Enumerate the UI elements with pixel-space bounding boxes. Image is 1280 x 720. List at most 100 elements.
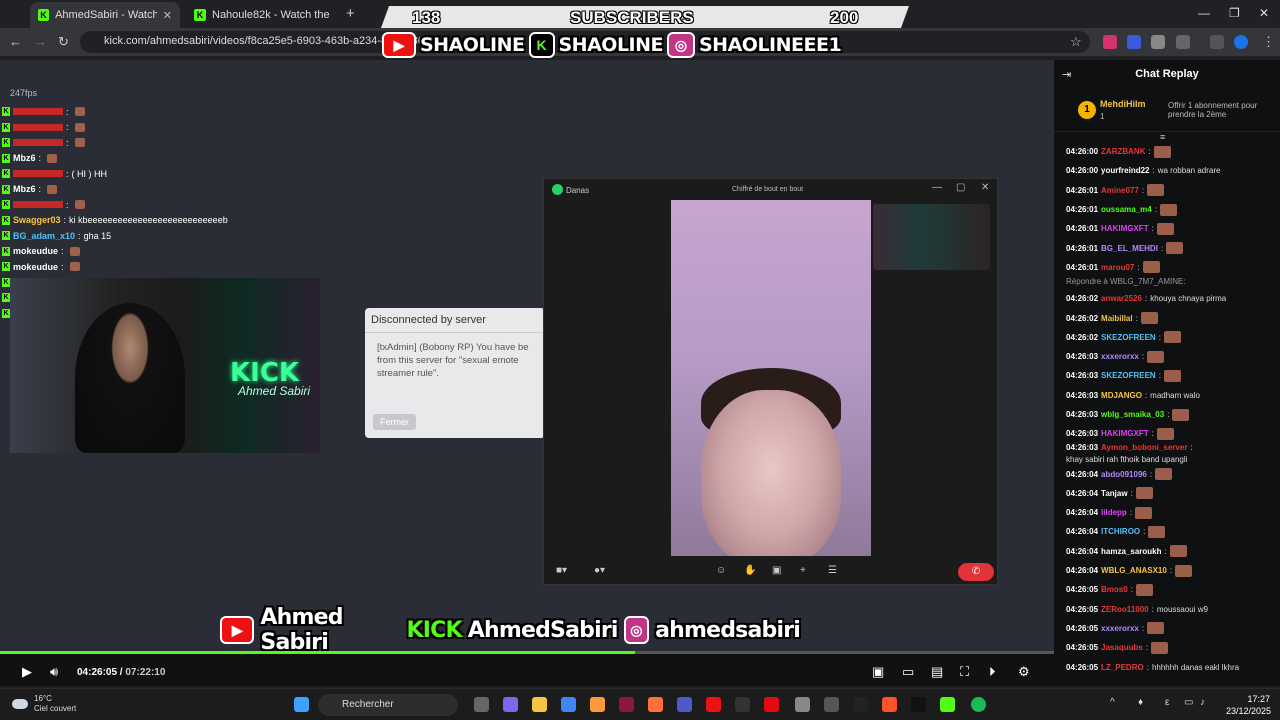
chat-message[interactable]: 04:26:03 wblg_smaika_03: — [1066, 405, 1276, 424]
theater-icon[interactable]: ▭ — [902, 664, 914, 680]
chat-username[interactable]: lildepp — [1101, 508, 1127, 517]
chat-message[interactable]: 04:26:04 abdo091096: — [1066, 464, 1276, 483]
brave-icon[interactable] — [882, 697, 897, 712]
netflix-icon[interactable] — [764, 697, 779, 712]
reading-list-icon[interactable] — [1210, 35, 1224, 49]
app-icon[interactable] — [853, 697, 868, 712]
close-window-icon[interactable]: ✕ — [1259, 6, 1269, 20]
extension-icon[interactable] — [1127, 35, 1141, 49]
spotify-icon[interactable] — [971, 697, 986, 712]
tray-chevron-icon[interactable]: ^ — [1110, 697, 1115, 708]
minimize-icon[interactable]: — — [932, 182, 942, 193]
network-icon[interactable]: ▭ — [1184, 697, 1193, 708]
chat-message[interactable]: 04:26:05 Bmos0: — [1066, 580, 1276, 599]
chat-username[interactable]: Tanjaw — [1101, 489, 1128, 498]
chat-message[interactable]: 04:26:04 hamza_saroukh: — [1066, 542, 1276, 561]
close-dialog-button[interactable]: Fermer — [373, 414, 416, 430]
chat-message[interactable]: 04:26:04 Tanjaw: — [1066, 484, 1276, 503]
settings-gear-icon[interactable]: ⚙ — [1018, 664, 1030, 680]
app-icon[interactable] — [795, 697, 810, 712]
extensions-puzzle-icon[interactable] — [1176, 35, 1190, 49]
tab-nahoule82k[interactable]: K Nahoule82k - Watch the VOD — [186, 2, 341, 28]
screen-share-icon[interactable]: ▣ — [772, 565, 781, 576]
fullscreen-icon[interactable]: ⛶ — [960, 664, 969, 680]
play-icon[interactable]: ▶ — [22, 664, 32, 680]
chat-username[interactable]: ZERoo11000 — [1101, 605, 1149, 614]
chat-message[interactable]: 04:26:05 ZERoo11000: moussaoui w9 — [1066, 600, 1276, 619]
chat-message[interactable]: 04:26:01 HAKIMGXFT: — [1066, 219, 1276, 238]
chat-username[interactable]: WBLG_ANASX10 — [1101, 566, 1167, 575]
windows-start-icon[interactable] — [294, 697, 309, 712]
tiktok-icon[interactable] — [911, 697, 926, 712]
chat-message[interactable]: 04:26:01 BG_EL_MEHDI: — [1066, 238, 1276, 257]
chat-message[interactable]: 04:26:03 MDJANGO: madham walo — [1066, 386, 1276, 405]
teams-icon[interactable] — [677, 697, 692, 712]
gift-offer[interactable]: Offrir 1 abonnement pour prendre la 2ème — [1168, 101, 1278, 119]
reply-reference[interactable]: Répondre à WBLG_7M7_AMINE: — [1066, 277, 1276, 289]
weather-widget[interactable]: 16°C Ciel couvert — [12, 694, 76, 714]
chat-message[interactable]: 04:26:02 SKEZOFREEN: — [1066, 328, 1276, 347]
maximize-icon[interactable]: ▢ — [956, 182, 965, 193]
kick-app-icon[interactable] — [940, 697, 955, 712]
new-tab-icon[interactable]: + — [346, 5, 355, 22]
chat-username[interactable]: anwar2526 — [1101, 294, 1142, 303]
emoji-icon[interactable]: ☺ — [716, 565, 726, 576]
chat-message[interactable]: 04:26:03 Aymon_boboni_server: khay sabiri … — [1066, 443, 1276, 464]
taskbar-search[interactable]: Rechercher — [318, 694, 458, 716]
maximize-icon[interactable]: ❐ — [1229, 6, 1240, 20]
collapse-chat-icon[interactable]: ⇥ — [1062, 68, 1071, 81]
chat-username[interactable]: Jasaquubs — [1101, 643, 1143, 652]
chat-username[interactable]: xxxerorxx — [1101, 352, 1139, 361]
sort-icon[interactable]: ≡ — [1160, 132, 1165, 142]
chat-message[interactable]: 04:26:00 ZARZBANK: — [1066, 142, 1276, 161]
close-icon[interactable]: ✕ — [981, 182, 989, 193]
hang-up-button[interactable]: ✆ — [958, 563, 994, 581]
chat-message[interactable]: 04:26:05 LZ_PEDRO: hhhhhh danas eakl lkhra — [1066, 657, 1276, 676]
chat-username[interactable]: ZARZBANK — [1101, 147, 1145, 156]
copilot-icon[interactable] — [503, 697, 518, 712]
app-icon[interactable] — [619, 697, 634, 712]
raise-hand-icon[interactable]: ✋ — [744, 565, 756, 576]
microphone-icon[interactable]: ●▾ — [594, 565, 605, 576]
chat-username[interactable]: yourfreind22 — [1101, 166, 1149, 175]
chat-message[interactable]: 04:26:02 Maibillal: — [1066, 308, 1276, 327]
chat-message[interactable]: 04:26:01 Amine077: — [1066, 181, 1276, 200]
chat-message[interactable]: 04:26:03 HAKIMGXFT: — [1066, 424, 1276, 443]
chat-username[interactable]: HAKIMGXFT — [1101, 429, 1149, 438]
chat-message[interactable]: 04:26:03 xxxerorxx: — [1066, 347, 1276, 366]
chat-message[interactable]: 04:26:05 xxxerorxx: — [1066, 619, 1276, 638]
chat-username[interactable]: Aymon_boboni_server — [1101, 443, 1187, 452]
chat-username[interactable]: hamza_saroukh — [1101, 547, 1161, 556]
add-participant-icon[interactable]: + — [800, 565, 806, 576]
youtube-icon[interactable] — [706, 697, 721, 712]
chat-username[interactable]: SKEZOFREEN — [1101, 333, 1156, 342]
chat-username[interactable]: marou07 — [1101, 263, 1134, 272]
chat-username[interactable]: xxxerorxx — [1101, 624, 1139, 633]
speed-icon[interactable]: ⏵ — [989, 664, 996, 680]
close-icon[interactable]: ✕ — [163, 9, 172, 22]
chat-message[interactable]: 04:26:03 SKEZOFREEN: — [1066, 366, 1276, 385]
chat-message[interactable]: 04:26:04 ITCHIROO: — [1066, 522, 1276, 541]
firefox-icon[interactable] — [648, 697, 663, 712]
chat-username[interactable]: Maibillal — [1101, 314, 1133, 323]
chat-message[interactable]: 04:26:01 marou07: — [1066, 258, 1276, 277]
app-icon[interactable] — [735, 697, 750, 712]
app-icon[interactable] — [590, 697, 605, 712]
chrome-icon[interactable] — [561, 697, 576, 712]
chat-username[interactable]: oussama_m4 — [1101, 205, 1152, 214]
chat-message[interactable]: 04:26:04 lildepp: — [1066, 503, 1276, 522]
extension-icon[interactable] — [1151, 35, 1165, 49]
menu-dots-icon[interactable]: ⋮ — [1262, 34, 1275, 50]
profile-avatar[interactable] — [1234, 35, 1248, 49]
back-icon[interactable]: ← — [9, 34, 22, 49]
more-icon[interactable]: ☰ — [828, 565, 837, 576]
minimize-icon[interactable]: — — [1198, 6, 1210, 20]
chat-username[interactable]: SKEZOFREEN — [1101, 371, 1156, 380]
volume-icon[interactable]: 🔊︎ — [50, 664, 58, 680]
keyboard-layout-icon[interactable]: ε — [1165, 697, 1169, 708]
volume-tray-icon[interactable]: ♪ — [1200, 697, 1205, 708]
chat-message[interactable]: 04:26:01 oussama_m4: — [1066, 200, 1276, 219]
chat-username[interactable]: wblg_smaika_03 — [1101, 410, 1164, 419]
reload-icon[interactable]: ↻ — [58, 34, 69, 50]
system-clock[interactable]: 17:27 23/12/2025 — [1226, 693, 1271, 717]
